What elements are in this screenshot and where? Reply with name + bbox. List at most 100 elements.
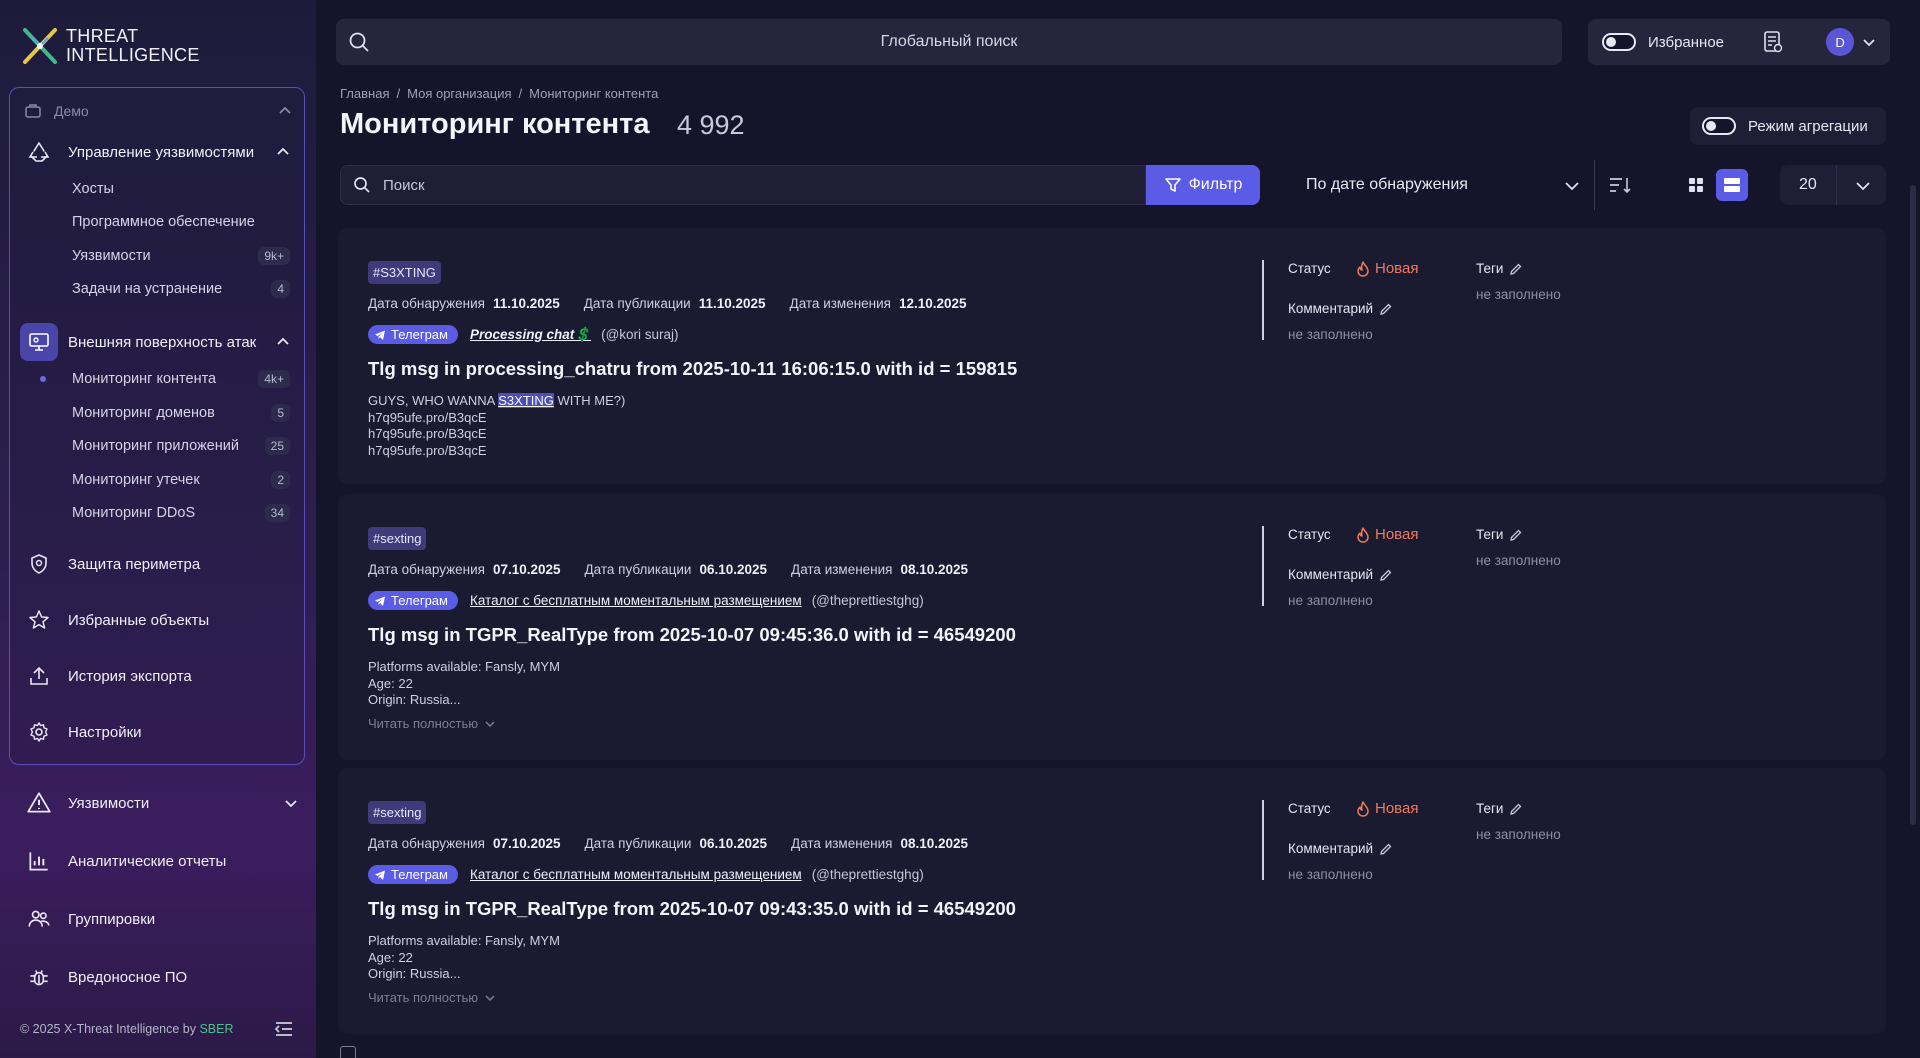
- fire-icon: [1357, 260, 1369, 277]
- footer: © 2025 X-Threat Intelligence by SBER: [20, 1022, 234, 1036]
- status-badge[interactable]: Новая: [1356, 260, 1418, 277]
- card-dates: Дата обнаружения 11.10.2025 Дата публикаци…: [368, 296, 991, 311]
- scrollbar[interactable]: [1910, 185, 1916, 825]
- sidebar-item-favorites[interactable]: Избранные объекты: [20, 600, 294, 640]
- body-line: h7q95ufe.pro/B3qcE: [368, 426, 487, 441]
- hashtag-badge[interactable]: #sexting: [368, 801, 427, 824]
- sidebar-item-perimeter[interactable]: Защита периметра: [20, 544, 294, 584]
- sort-direction-icon[interactable]: [1608, 175, 1632, 195]
- tags-value: не заполнено: [1476, 287, 1561, 302]
- sidebar-item-label: Настройки: [68, 723, 142, 741]
- read-more-link[interactable]: Читать полностью: [368, 716, 496, 731]
- sidebar-item-app-monitoring[interactable]: Мониторинг приложений 25: [72, 434, 290, 458]
- edit-icon[interactable]: [1509, 262, 1523, 276]
- content-card[interactable]: #sexting Дата обнаружения 07.10.2025 Дата …: [338, 768, 1886, 1034]
- favorites-toggle[interactable]: [1602, 33, 1636, 51]
- card-title[interactable]: Tlg msg in TGPR_RealType from 2025-10-07…: [368, 624, 1016, 646]
- shield-search-icon: [31, 554, 47, 574]
- collapse-sidebar-icon[interactable]: [274, 1020, 294, 1038]
- chat-link[interactable]: Processing chat💲: [470, 327, 591, 343]
- card-title[interactable]: Tlg msg in TGPR_RealType from 2025-10-07…: [368, 898, 1016, 920]
- documents-icon[interactable]: [1762, 30, 1784, 54]
- body-line: Age: 22: [368, 675, 413, 691]
- list-view-button[interactable]: [1716, 169, 1748, 201]
- content-card[interactable]: #sexting Дата обнаружения 07.10.2025 Дата …: [338, 494, 1886, 760]
- aggregation-label: Режим агрегации: [1748, 117, 1868, 135]
- sidebar-item-vulnerabilities[interactable]: Уязвимости 9k+: [72, 244, 290, 268]
- logo[interactable]: THREAT INTELLIGENCE: [22, 26, 200, 66]
- edit-icon[interactable]: [1379, 302, 1393, 316]
- body-line: h7q95ufe.pro/B3qcE: [368, 442, 487, 458]
- telegram-badge[interactable]: Телеграм: [368, 865, 458, 884]
- sidebar-item-ddos-monitoring[interactable]: Мониторинг DDoS 34: [72, 501, 290, 525]
- footer-brand[interactable]: SBER: [199, 1022, 233, 1036]
- sidebar-item-software[interactable]: Программное обеспечение: [72, 210, 290, 234]
- favorites-label: Избранное: [1648, 33, 1725, 51]
- hashtag-badge[interactable]: #sexting: [368, 527, 427, 550]
- read-more-link[interactable]: Читать полностью: [368, 990, 496, 1005]
- comment-label-text: Комментарий: [1288, 841, 1374, 856]
- hashtag-badge[interactable]: #S3XTING: [368, 261, 441, 284]
- sidebar-item-remediation-tasks[interactable]: Задачи на устранение 4: [72, 277, 290, 301]
- sidebar-item-malware[interactable]: Вредоносное ПО: [20, 957, 302, 997]
- body-line: Age: 22: [368, 949, 413, 965]
- sidebar-item-leak-monitoring[interactable]: Мониторинг утечек 2: [72, 468, 290, 492]
- chat-link[interactable]: Каталог с бесплатным моментальным размещ…: [470, 593, 802, 608]
- sidebar-item-domain-monitoring[interactable]: Мониторинг доменов 5: [72, 401, 290, 425]
- sidebar-item-label: Уязвимости: [68, 794, 150, 812]
- sidebar-item-reports[interactable]: Аналитические отчеты: [20, 841, 302, 881]
- content-card[interactable]: #S3XTING Дата обнаружения 11.10.2025 Дата …: [338, 228, 1886, 484]
- divider: [1594, 160, 1595, 210]
- search-input[interactable]: Поиск: [340, 165, 1146, 205]
- card-title[interactable]: Tlg msg in processing_chatru from 2025-1…: [368, 358, 1017, 380]
- select-checkbox[interactable]: [340, 1046, 356, 1058]
- edit-icon[interactable]: [1509, 528, 1523, 542]
- breadcrumb-org[interactable]: Моя организация: [407, 86, 511, 101]
- per-page-value: 20: [1799, 176, 1817, 193]
- chevron-up-icon[interactable]: [276, 145, 290, 159]
- avatar[interactable]: D: [1826, 28, 1855, 56]
- edit-icon[interactable]: [1379, 568, 1393, 582]
- body-line: Origin: Russia...: [368, 966, 461, 981]
- sidebar-item-vulns[interactable]: Уязвимости: [20, 783, 302, 823]
- telegram-badge[interactable]: Телеграм: [368, 325, 458, 344]
- export-icon: [30, 666, 48, 685]
- per-page-select[interactable]: 20: [1780, 165, 1886, 205]
- chat-link[interactable]: Каталог с бесплатным моментальным размещ…: [470, 867, 802, 882]
- sidebar-item-label: Вредоносное ПО: [68, 968, 188, 986]
- card-dates: Дата обнаружения 07.10.2025 Дата публикаци…: [368, 562, 992, 577]
- sort-select[interactable]: По дате обнаружения: [1288, 165, 1594, 205]
- tags-label-text: Теги: [1476, 527, 1504, 542]
- aggregation-toggle[interactable]: [1702, 117, 1736, 135]
- comment-value: не заполнено: [1288, 593, 1373, 608]
- chevron-up-icon[interactable]: [278, 104, 292, 118]
- published-label: Дата публикации: [584, 836, 692, 851]
- chevron-down-icon: [485, 720, 495, 727]
- section-vuln-management[interactable]: Управление уязвимостями: [20, 132, 294, 172]
- aggregation-mode[interactable]: Режим агрегации: [1690, 107, 1886, 145]
- sidebar-item-label: История экспорта: [68, 667, 192, 685]
- telegram-badge[interactable]: Телеграм: [368, 591, 458, 610]
- telegram-icon: [375, 330, 385, 340]
- chat-handle: (@theprettiestghg): [811, 867, 924, 882]
- status-badge[interactable]: Новая: [1356, 800, 1418, 817]
- count-badge: 4k+: [258, 370, 290, 388]
- read-more-label: Читать полностью: [368, 716, 478, 731]
- section-attack-surface[interactable]: Внешняя поверхность атак: [20, 322, 294, 362]
- sidebar-item-groups[interactable]: Группировки: [20, 899, 302, 939]
- demo-group-header[interactable]: Демо: [24, 100, 292, 122]
- breadcrumb-home[interactable]: Главная: [340, 86, 389, 101]
- edit-icon[interactable]: [1509, 802, 1523, 816]
- sidebar-item-content-monitoring[interactable]: Мониторинг контента 4k+: [40, 367, 290, 391]
- chevron-down-icon[interactable]: [1862, 35, 1876, 49]
- sidebar-item-hosts[interactable]: Хосты: [72, 177, 290, 201]
- chevron-up-icon[interactable]: [276, 335, 290, 349]
- filter-button[interactable]: Фильтр: [1146, 165, 1260, 205]
- grid-view-button[interactable]: [1680, 169, 1712, 201]
- status-badge[interactable]: Новая: [1356, 526, 1418, 543]
- sidebar-item-export-history[interactable]: История экспорта: [20, 656, 294, 696]
- global-search-input[interactable]: Глобальный поиск: [336, 19, 1562, 65]
- chevron-down-icon[interactable]: [284, 796, 298, 810]
- sidebar-item-settings[interactable]: Настройки: [20, 712, 294, 752]
- edit-icon[interactable]: [1379, 842, 1393, 856]
